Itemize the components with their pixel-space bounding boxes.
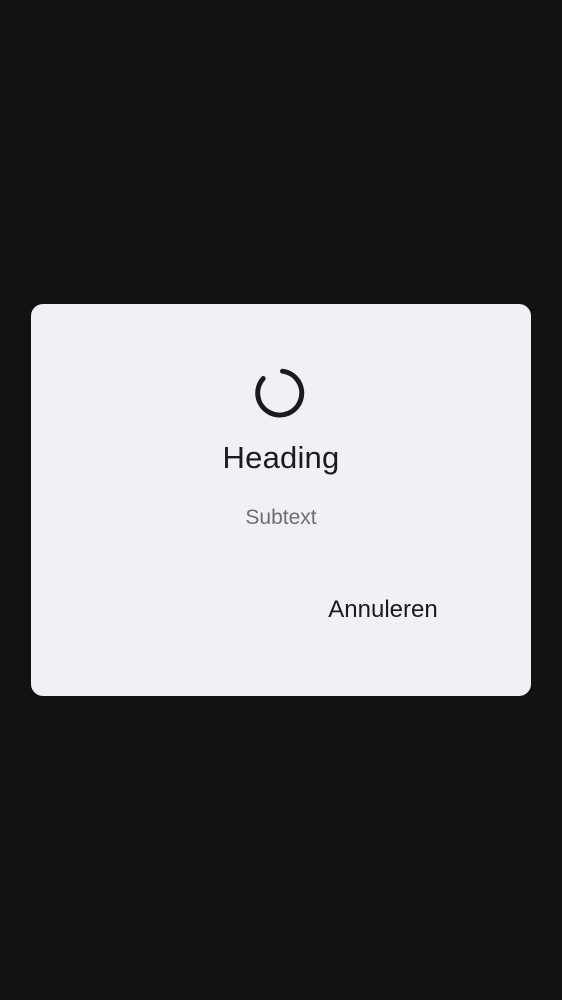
dialog-heading: Heading (222, 440, 340, 475)
loading-dialog: Heading Subtext Annuleren (31, 304, 531, 696)
screen-backdrop: Heading Subtext Annuleren (0, 0, 562, 1000)
loading-spinner-icon (255, 368, 305, 418)
cancel-button[interactable]: Annuleren (309, 582, 457, 638)
dialog-subtext: Subtext (245, 506, 317, 529)
